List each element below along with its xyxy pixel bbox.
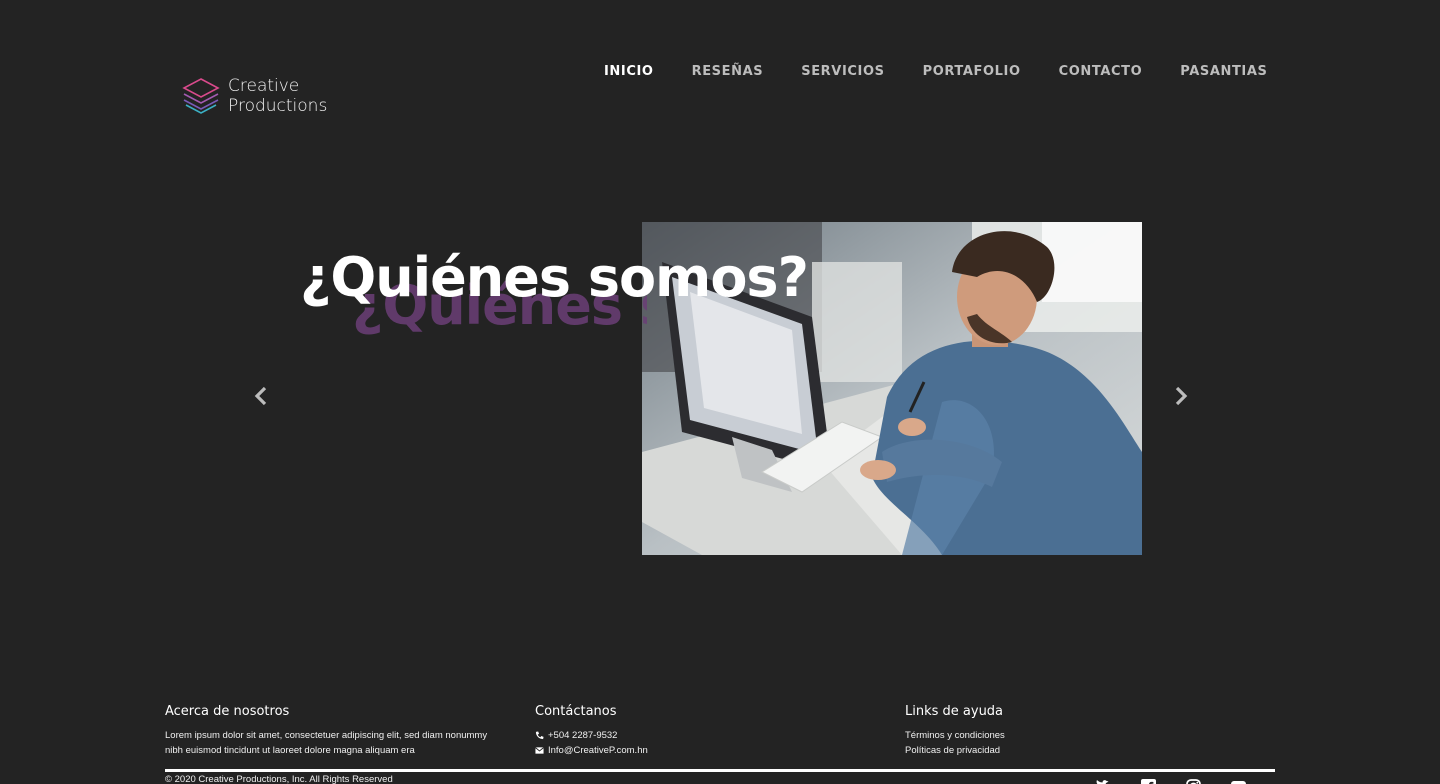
brand-logo[interactable]: Creative Productions — [182, 76, 327, 116]
footer-about: Acerca de nosotros Lorem ipsum dolor sit… — [165, 704, 535, 758]
footer-help-title: Links de ayuda — [905, 704, 1004, 719]
footer-about-title: Acerca de nosotros — [165, 704, 290, 719]
brand-name: Creative Productions — [228, 76, 327, 116]
nav-item-pasantias[interactable]: PASANTIAS — [1180, 64, 1267, 79]
footer-link-privacy[interactable]: Políticas de privacidad — [905, 743, 1275, 758]
youtube-icon[interactable] — [1230, 778, 1247, 784]
footer-help: Links de ayuda Términos y condiciones Po… — [905, 704, 1275, 758]
footer-email-text: Info@CreativeP.com.hn — [548, 745, 648, 756]
footer-about-line2: nibh euismod tincidunt ut laoreet dolore… — [165, 745, 415, 756]
nav-item-inicio[interactable]: INICIO — [604, 64, 654, 79]
nav-item-resenas[interactable]: RESEÑAS — [692, 64, 764, 79]
instagram-icon[interactable] — [1185, 778, 1202, 784]
footer-about-line1: Lorem ipsum dolor sit amet, consectetuer… — [165, 730, 488, 741]
envelope-icon — [535, 747, 544, 754]
nav-item-contacto[interactable]: CONTACTO — [1059, 64, 1143, 79]
brand-name-line1: Creative — [228, 76, 300, 96]
footer-copyright: © 2020 Creative Productions, Inc. All Ri… — [165, 774, 393, 784]
nav-item-portafolio[interactable]: PORTAFOLIO — [923, 64, 1021, 79]
phone-icon — [535, 731, 544, 740]
brand-name-line2: Productions — [228, 96, 328, 116]
footer-contact-title: Contáctanos — [535, 704, 617, 719]
twitter-icon[interactable] — [1095, 778, 1112, 784]
footer-contact: Contáctanos +504 2287-9532 Info@Creative… — [535, 704, 905, 758]
footer-email[interactable]: Info@CreativeP.com.hn — [535, 743, 905, 758]
footer-phone[interactable]: +504 2287-9532 — [535, 728, 905, 743]
chevron-right-icon — [1175, 386, 1188, 406]
hero-headline: ¿Quiénes somos? — [300, 246, 809, 309]
hero-carousel: ¿Quiénes somos? ¿Quiénes somos? — [230, 222, 1210, 555]
footer-socials — [1095, 778, 1247, 784]
site-footer: Acerca de nosotros Lorem ipsum dolor sit… — [165, 704, 1275, 784]
carousel-prev-button[interactable] — [250, 384, 274, 408]
main-nav: INICIO RESEÑAS SERVICIOS PORTAFOLIO CONT… — [604, 64, 1268, 79]
footer-divider — [165, 769, 1275, 772]
nav-item-servicios[interactable]: SERVICIOS — [801, 64, 884, 79]
facebook-icon[interactable] — [1140, 778, 1157, 784]
chevron-left-icon — [254, 386, 267, 406]
carousel-next-button[interactable] — [1168, 384, 1192, 408]
footer-link-terms[interactable]: Términos y condiciones — [905, 728, 1275, 743]
footer-phone-text: +504 2287-9532 — [548, 730, 618, 741]
layers-logo-icon — [182, 78, 220, 114]
